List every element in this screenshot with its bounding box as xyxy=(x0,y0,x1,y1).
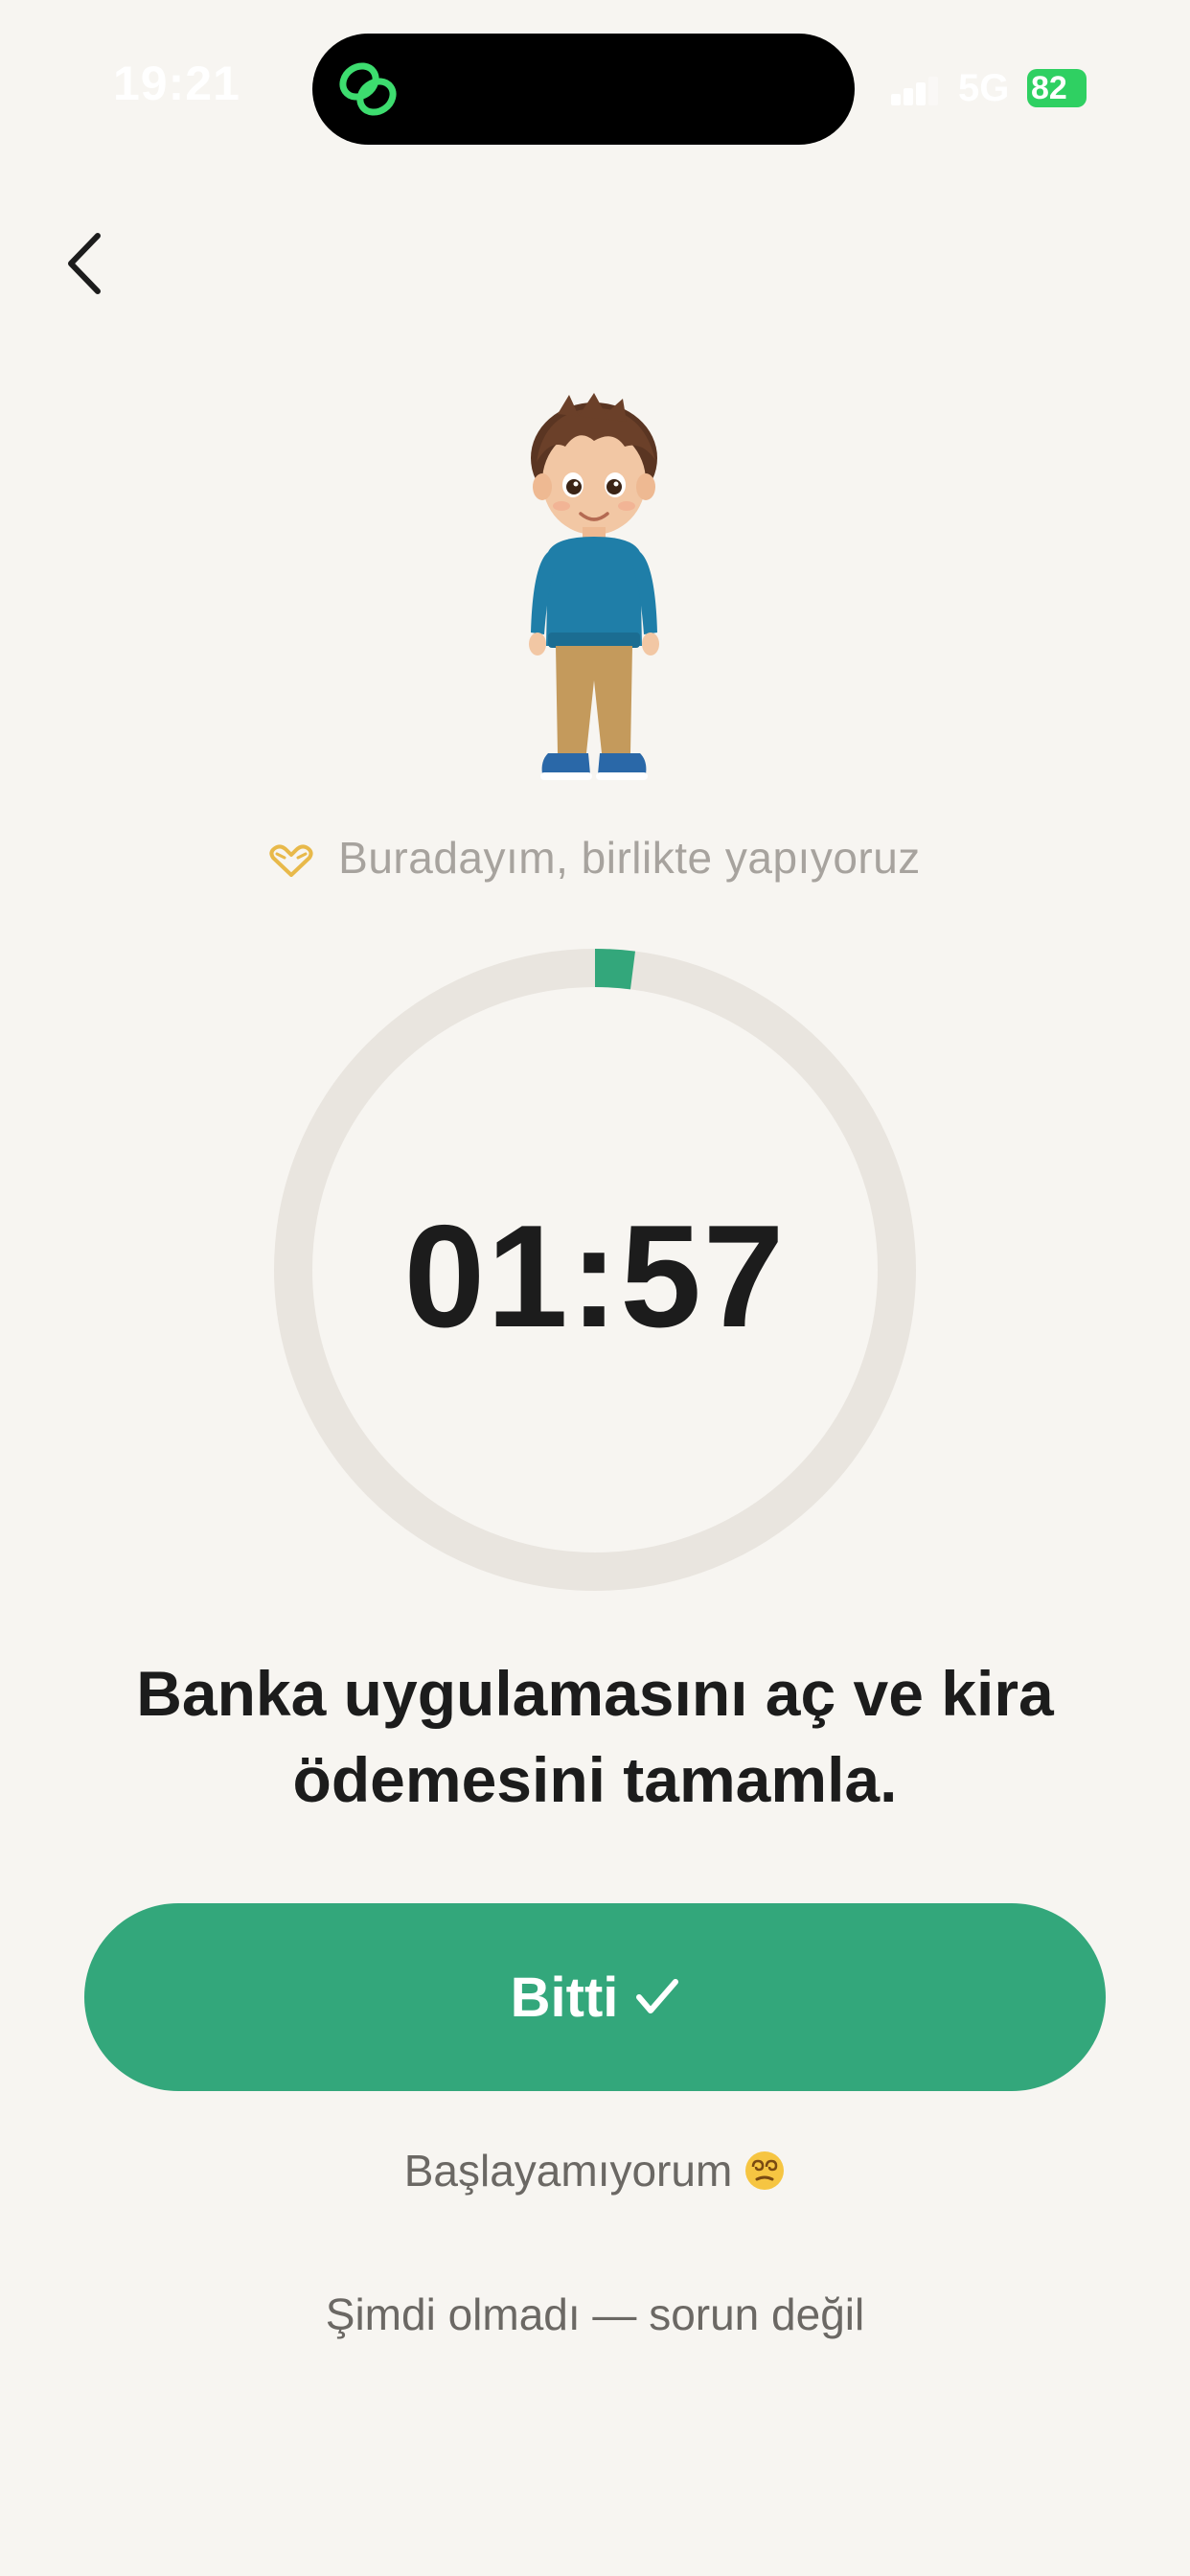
chevron-left-icon xyxy=(68,233,101,294)
task-description: Banka uygulamasını aç ve kira ödemesini … xyxy=(136,1658,1054,1815)
heart-hands-icon xyxy=(269,844,313,877)
dynamic-island[interactable] xyxy=(312,34,855,145)
not-now-button[interactable]: Şimdi olmadı — sorun değil xyxy=(0,2288,1190,2340)
back-button[interactable] xyxy=(50,220,126,307)
done-button-label: Bitti xyxy=(510,1966,619,2029)
battery-icon: 82 xyxy=(1027,69,1087,107)
status-bar: 19:21 5G 82 xyxy=(0,0,1190,182)
cant-start-label: Başlayamıyorum xyxy=(403,2146,733,2196)
battery-level: 82 xyxy=(1031,70,1067,106)
not-now-label: Şimdi olmadı — sorun değil xyxy=(325,2289,865,2339)
timer-display: 01:57 xyxy=(403,1195,787,1358)
cant-start-button[interactable]: Başlayamıyorum xyxy=(0,2145,1190,2196)
companion-message: Buradayım, birlikte yapıyoruz xyxy=(0,832,1190,884)
linked-rings-icon xyxy=(339,62,397,116)
status-time: 19:21 xyxy=(113,57,240,110)
network-label: 5G xyxy=(958,67,1010,109)
timer-ring-progress xyxy=(594,949,635,990)
signal-icon xyxy=(891,77,938,105)
companion-message-text: Buradayım, birlikte yapıyoruz xyxy=(338,833,921,883)
avatar xyxy=(529,393,659,780)
checkmark-icon xyxy=(636,1979,679,2013)
dizzy-face-icon xyxy=(745,2151,785,2190)
done-button[interactable]: Bitti xyxy=(84,1903,1106,2091)
